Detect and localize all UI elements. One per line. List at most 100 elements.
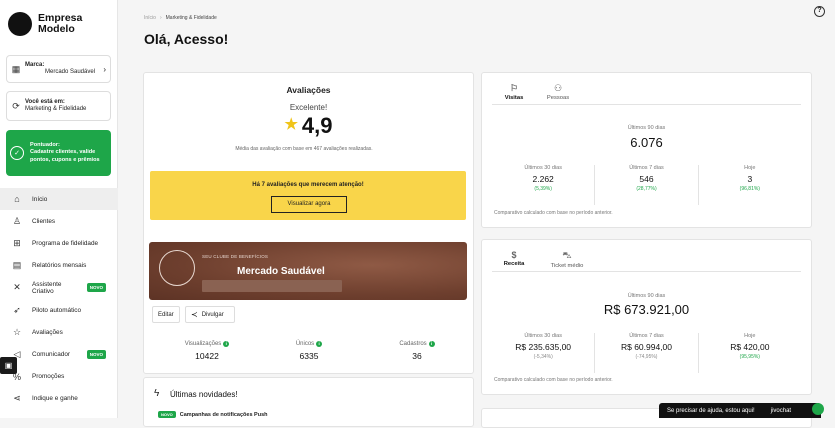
star-icon: ★ (284, 116, 298, 133)
tab-visitas[interactable]: ⚐ Visitas (492, 73, 536, 105)
stat-label: Visualizações (184, 341, 222, 347)
club-banner[interactable]: SEU CLUBE DE BENEFÍCIOS Mercado Saudável (149, 242, 467, 300)
tab-label: Ticket médio (550, 263, 584, 269)
brand-selector[interactable]: ▦ Marca: Mercado Saudável › (6, 55, 111, 83)
rating-score: ★ 4,9 (144, 113, 473, 139)
view-now-button[interactable]: Visualizar agora (271, 196, 347, 213)
rating-text: Excelente! (289, 103, 328, 112)
col-label: Últimos 30 dias (524, 333, 562, 339)
pontuador-card[interactable]: ✓ Pontuador: Cadastre clientes, valide po… (6, 130, 111, 176)
sidebar-item-label: Promoções (32, 373, 65, 381)
sidebar-item-relatorios[interactable]: ▤ Relatórios mensais (0, 255, 118, 277)
promo-text: Cadastre clientes, valide pontos, cupons… (30, 149, 100, 163)
star-icon: ☆ (12, 326, 22, 337)
page-title: Olá, Acesso! (144, 31, 229, 47)
sidebar-item-comunicador[interactable]: ◁ Comunicador NOVO (0, 343, 118, 365)
share-icon: ≺ (191, 310, 198, 319)
dollar-icon: $ (511, 250, 517, 260)
col-pct: (-5,34%) (533, 354, 553, 360)
tab-ticket-medio[interactable]: ⛍ Ticket médio (536, 240, 598, 270)
revenue-col-today: Hoje R$ 420,00 (95,95%) (699, 333, 801, 373)
cart-icon: ⛍ (562, 250, 572, 260)
col-label: Hoje (744, 333, 756, 339)
tab-divider (492, 104, 801, 105)
share-label: Divulgar (201, 311, 224, 318)
revenue-col-30: Últimos 30 dias R$ 235.635,00 (-5,34%) (492, 333, 596, 373)
visits-tabs: ⚐ Visitas ⚇ Pessoas (492, 73, 580, 105)
share-button[interactable]: ≺ Divulgar (185, 306, 235, 323)
info-icon[interactable]: i (316, 341, 323, 347)
col-pct: (5,39%) (534, 186, 552, 192)
visits-breakdown: Últimos 30 dias 2.262 (5,39%) Últimos 7 di… (492, 165, 801, 205)
col-pct: (-74,95%) (635, 354, 658, 360)
tab-label: Pessoas (546, 95, 570, 101)
news-title: Últimas novidades! (170, 390, 238, 399)
chat-icon[interactable]: ▣ (0, 357, 17, 374)
breadcrumb-home[interactable]: Início (144, 15, 156, 21)
chat-widget[interactable]: Se precisar de ajuda, estou aqui! jivocha… (659, 403, 821, 418)
news-item[interactable]: NOVO Campanhas de notificações Push (158, 411, 268, 418)
club-label: SEU CLUBE DE BENEFÍCIOS (202, 254, 269, 259)
visits-col-today: Hoje 3 (96,81%) (699, 165, 801, 205)
edit-label: Editar (158, 311, 174, 318)
alert-text: Há 7 avaliações que merecem atenção! (252, 182, 364, 188)
club-name: Mercado Saudável (237, 266, 325, 277)
score-value: 4,9 (301, 113, 333, 138)
store-icon: ▦ (11, 63, 21, 74)
sidebar-item-assistente[interactable]: ✕ Assistente Criativo NOVO (0, 277, 118, 299)
edit-button[interactable]: Editar (152, 306, 180, 323)
chat-text: Se precisar de ajuda, estou aqui! (667, 407, 755, 414)
report-icon: ▤ (12, 260, 22, 271)
stat-signups: Cadastros i 36 (362, 341, 472, 361)
stat-label: Únicos (295, 341, 315, 347)
sidebar-item-promocoes[interactable]: % Promoções (0, 366, 118, 388)
location-selector[interactable]: ⟳ Você está em: Marketing & Fidelidade (6, 91, 111, 121)
logo-mark (8, 12, 32, 36)
club-stats: Visualizações i 10422 Únicos i 6335 Cadastro… (144, 341, 472, 371)
revenue-tabs: $ Receita ⛍ Ticket médio (492, 240, 598, 272)
sidebar-item-label: Clientes (32, 217, 56, 225)
visits-panel: ⚐ Visitas ⚇ Pessoas Últimos 90 dias 6.076 … (481, 72, 812, 228)
sidebar-item-programa[interactable]: ⊞ Programa de fidelidade (0, 232, 118, 254)
info-icon[interactable]: i (223, 341, 230, 347)
tab-pessoas[interactable]: ⚇ Pessoas (536, 73, 580, 103)
chat-status-icon[interactable] (812, 403, 824, 415)
sidebar-item-piloto[interactable]: ➶ Piloto automático (0, 299, 118, 321)
sidebar-item-clientes[interactable]: ♙ Clientes (0, 210, 118, 232)
location-value: Marketing & Fidelidade (25, 106, 87, 112)
sidebar-item-label: Piloto automático (32, 306, 82, 314)
revenue-breakdown: Últimos 30 dias R$ 235.635,00 (-5,34%) Últ… (492, 333, 801, 373)
new-badge: NOVO (158, 411, 176, 418)
comparison-note: Comparativo calculado com base no períod… (494, 377, 613, 383)
stat-unique: Únicos i 6335 (254, 341, 364, 361)
tab-label: Visitas (504, 95, 524, 101)
reviews-panel: Avaliações Excelente! ★ 4,9 Média das ava… (143, 72, 474, 374)
club-avatar (159, 250, 195, 286)
sidebar-item-label: Avaliações (32, 328, 63, 336)
sidebar-item-label: Assistente Criativo (32, 280, 62, 295)
col-value: R$ 420,00 (730, 342, 770, 352)
brand-label: Marca: (25, 61, 45, 68)
news-item-label: Campanhas de notificações Push (179, 411, 268, 418)
user-icon: ♙ (12, 215, 22, 226)
sidebar-item-inicio[interactable]: ⌂ Início (0, 188, 118, 211)
flag-icon: ⚐ (509, 83, 519, 93)
col-value: R$ 60.994,00 (620, 342, 673, 352)
tab-receita[interactable]: $ Receita (492, 240, 536, 272)
sidebar-item-indique[interactable]: ⋖ Indique e ganhe (0, 388, 118, 410)
info-icon[interactable]: i (428, 341, 435, 347)
sidebar-nav: ⌂ Início ♙ Clientes ⊞ Programa de fidelidad… (0, 188, 118, 410)
company-logo[interactable]: Empresa Modelo (8, 12, 98, 36)
col-value: 3 (747, 174, 753, 184)
col-label: Últimos 7 dias (629, 333, 664, 339)
news-panel: ϟ Últimas novidades! NOVO Campanhas de no… (143, 377, 474, 427)
sidebar-item-label: Programa de fidelidade (32, 239, 99, 247)
sidebar-item-avaliacoes[interactable]: ☆ Avaliações (0, 321, 118, 343)
brand-value: Mercado Saudável (45, 69, 96, 75)
comparison-note: Comparativo calculado com base no períod… (494, 210, 613, 216)
share-icon: ⋖ (13, 393, 21, 404)
people-icon: ⚇ (553, 83, 563, 93)
col-label: Últimos 30 dias (524, 165, 562, 171)
help-icon[interactable]: ? (814, 6, 825, 17)
reviews-title: Avaliações (286, 85, 331, 95)
